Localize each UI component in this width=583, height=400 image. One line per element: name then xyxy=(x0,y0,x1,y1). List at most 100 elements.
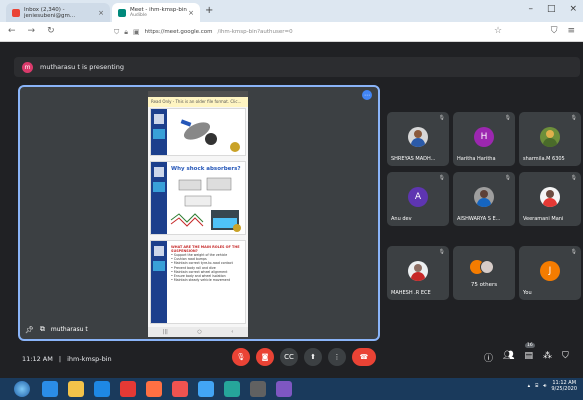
mic-toggle-button[interactable]: 🎙︎ xyxy=(232,348,250,366)
participant-tile[interactable]: 🎙︎ A Anu dev xyxy=(387,172,449,226)
mic-off-icon: 🎙︎ xyxy=(504,175,511,181)
present-button[interactable]: ⬆ xyxy=(304,348,322,366)
avatar xyxy=(540,187,560,207)
presenter-name: mutharasu t xyxy=(50,326,88,333)
end-call-button[interactable]: ☎ xyxy=(352,348,376,366)
mic-off-icon: 🎙︎ xyxy=(438,175,445,181)
bullet-item: Maintain steady vehicle movement xyxy=(171,278,245,282)
presentation-stage[interactable]: Read Only - This is an older file format… xyxy=(18,85,380,341)
recent-apps-icon[interactable]: ||| xyxy=(163,329,168,335)
shared-document: Read Only - This is an older file format… xyxy=(148,91,248,337)
app-icon[interactable] xyxy=(224,381,240,397)
camera-permission-icon[interactable]: ▣ xyxy=(133,28,140,36)
clock[interactable]: 11:12 AM 9/25/2020 xyxy=(551,380,577,392)
participant-tile[interactable]: 🎙︎ SHREYAS MADH... xyxy=(387,112,449,166)
home-icon[interactable]: ○ xyxy=(197,329,201,335)
meet-icon xyxy=(118,8,126,17)
pocket-icon[interactable]: ⛉ xyxy=(551,26,558,36)
participant-tile[interactable]: 🎙︎ MAHESH .R ECE xyxy=(387,246,449,300)
window-controls: – □ × xyxy=(528,4,577,14)
close-icon[interactable]: × xyxy=(98,9,104,17)
presenter-avatar: m xyxy=(22,61,33,73)
participant-name: Veeramani Mani xyxy=(523,216,564,222)
slide-2: Why shock absorbers? xyxy=(150,161,246,235)
more-options-button[interactable]: ⋮ xyxy=(328,348,346,366)
slide-3-bullets: Support the weight of the vehicle Cushio… xyxy=(171,253,245,282)
start-icon[interactable] xyxy=(14,381,30,397)
back-nav-icon[interactable]: ‹ xyxy=(231,329,233,335)
others-count: 75 others xyxy=(470,282,498,288)
url-field[interactable]: ⛉ 🔒︎ ▣ https://meet.google.com/ihm-kmsp-… xyxy=(114,25,514,39)
minimize-icon[interactable]: – xyxy=(528,4,533,14)
slide-sidebar xyxy=(151,241,167,323)
new-tab-icon[interactable]: + xyxy=(205,5,213,16)
maximize-icon[interactable]: □ xyxy=(547,4,556,14)
more-options-icon[interactable]: ⋯ xyxy=(362,90,372,100)
participant-name: AISHWARYA S E... xyxy=(457,216,501,222)
screen-share-icon: ⧉ xyxy=(39,325,45,333)
url-path: /ihm-kmsp-bin?authuser=0 xyxy=(217,29,293,35)
pin-icon[interactable]: 📌︎ xyxy=(25,326,34,334)
participant-tile-self[interactable]: 🎙︎ J You xyxy=(519,246,581,300)
tab-gmail[interactable]: Inbox (2,340) - jeniesubeni@gm... × xyxy=(6,3,110,22)
avatar xyxy=(480,260,494,274)
tab-meet[interactable]: Meet - ihm-kmsp-bin Audible × xyxy=(112,3,200,22)
activities-icon[interactable]: ⁂ xyxy=(543,351,552,364)
app-icon[interactable] xyxy=(120,381,136,397)
participant-name: Haritha Haritha xyxy=(457,156,496,162)
menu-icon[interactable]: ≡ xyxy=(567,26,575,36)
meeting-details: 11:12 AM | ihm-kmsp-bin xyxy=(22,355,112,363)
address-bar: ← → ↻ ⛉ 🔒︎ ▣ https://meet.google.com/ihm… xyxy=(0,22,583,42)
avatar xyxy=(408,127,428,147)
captions-button[interactable]: CC xyxy=(280,348,298,366)
avatar xyxy=(540,127,560,147)
bookmark-star-icon[interactable]: ☆ xyxy=(494,26,502,36)
shock-absorber-diagram xyxy=(170,177,241,232)
mic-off-icon: 🎙︎ xyxy=(438,249,445,255)
camera-toggle-button[interactable]: ◙ xyxy=(256,348,274,366)
network-icon[interactable]: ⌸ xyxy=(535,383,538,389)
volume-icon[interactable]: 🔊︎ xyxy=(543,383,546,389)
close-window-icon[interactable]: × xyxy=(569,4,577,14)
participant-name: MAHESH .R ECE xyxy=(391,290,431,296)
chrome-icon[interactable] xyxy=(172,381,188,397)
participant-tile[interactable]: 🎙︎ sharmila.M 6305 xyxy=(519,112,581,166)
back-icon[interactable]: ← xyxy=(8,26,16,36)
app-icon[interactable] xyxy=(276,381,292,397)
explorer-icon[interactable] xyxy=(198,381,214,397)
people-icon[interactable]: 👥︎ 16 xyxy=(503,343,535,364)
firefox-icon[interactable] xyxy=(146,381,162,397)
tray-up-icon[interactable]: ▴ xyxy=(528,383,531,389)
participant-tile[interactable]: 🎙︎ H Haritha Haritha xyxy=(453,112,515,166)
media-icon[interactable] xyxy=(94,381,110,397)
presenter-label: 📌︎ ⧉ mutharasu t xyxy=(25,325,88,334)
info-icon[interactable]: ⓘ xyxy=(484,351,493,364)
sidebar-logo-icon xyxy=(154,246,164,256)
close-icon[interactable]: × xyxy=(188,9,194,17)
system-tray: ▴ ⌸ 🔊︎ 11:12 AM 9/25/2020 xyxy=(528,380,577,392)
phone-nav-bar: ||| ○ ‹ xyxy=(148,327,248,337)
participant-name: sharmila.M 6305 xyxy=(523,156,565,162)
meeting-side-controls: ⓘ 👥︎ 16 ▤ ⁂ ⛉ xyxy=(484,343,569,364)
mic-off-icon: 🎙︎ xyxy=(570,175,577,181)
presenting-text: mutharasu t is presenting xyxy=(40,63,124,71)
app-icon[interactable] xyxy=(250,381,266,397)
participant-tile[interactable]: 🎙︎ Veeramani Mani xyxy=(519,172,581,226)
host-controls-icon[interactable]: ⛉ xyxy=(562,351,569,364)
url-host: https://meet.google.com xyxy=(144,29,213,35)
mic-off-icon: 🎙︎ xyxy=(504,115,511,121)
slide-1 xyxy=(150,108,246,156)
meeting-code: ihm-kmsp-bin xyxy=(67,355,112,363)
forward-icon[interactable]: → xyxy=(28,26,36,36)
reload-icon[interactable]: ↻ xyxy=(47,26,55,36)
avatar: H xyxy=(474,127,494,147)
tab-gmail-title: Inbox (2,340) - jeniesubeni@gm... xyxy=(24,6,76,19)
slide-3: WHAT ARE THE MAIN ROLES OF THE SUSPENSIO… xyxy=(150,240,246,324)
participant-tile[interactable]: 🎙︎ AISHWARYA S E... xyxy=(453,172,515,226)
lock-icon: 🔒︎ xyxy=(124,27,128,36)
chat-icon[interactable]: ▤ xyxy=(524,351,533,364)
mic-off-icon: 🎙︎ xyxy=(570,115,577,121)
folder-icon[interactable] xyxy=(68,381,84,397)
ie-icon[interactable] xyxy=(42,381,58,397)
participant-tile-others[interactable]: 75 others xyxy=(453,246,515,300)
